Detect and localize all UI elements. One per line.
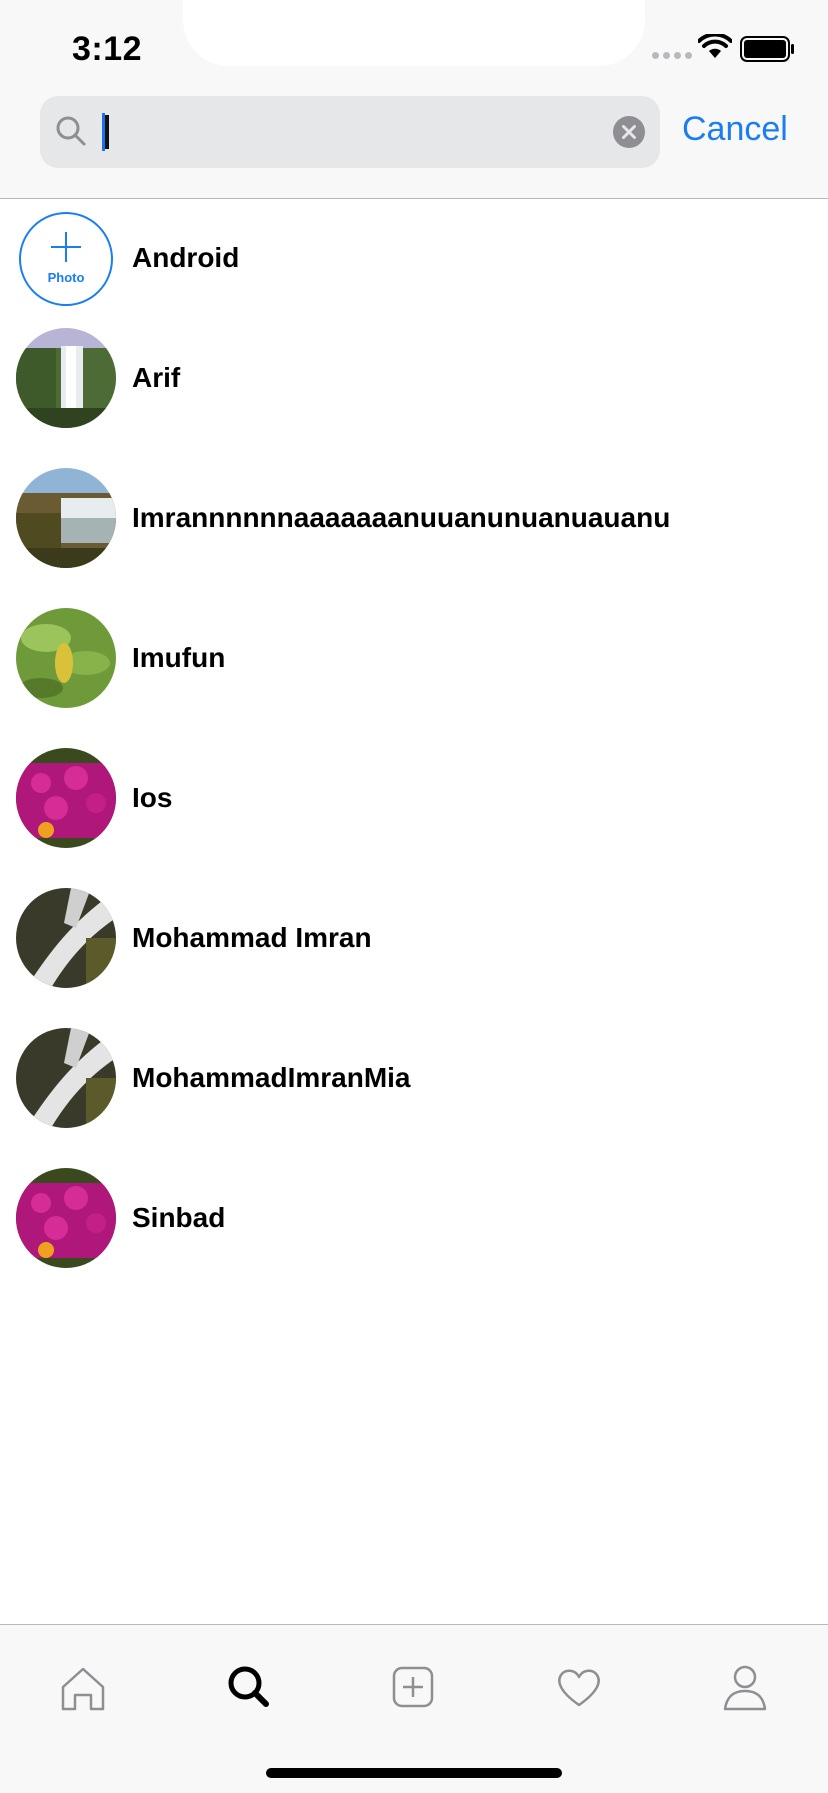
- header: 3:12 Cancel: [0, 0, 828, 199]
- photo-label: Photo: [47, 270, 85, 285]
- add-post-icon[interactable]: [383, 1657, 443, 1717]
- search-icon: [56, 116, 86, 146]
- search-input-text: [105, 115, 109, 149]
- cellular-signal-icon: [652, 52, 692, 59]
- list-item[interactable]: Mohammad Imran: [0, 878, 828, 1018]
- avatar: [16, 888, 116, 988]
- status-time: 3:12: [72, 30, 143, 68]
- user-name: Android: [132, 242, 240, 273]
- search-results-list: Photo Android Arif Imrannnnnnaaaaaaanuua…: [0, 198, 828, 1298]
- search-input[interactable]: [98, 106, 582, 160]
- user-name: MohammadImranMia: [132, 1062, 411, 1093]
- home-indicator: [266, 1768, 562, 1778]
- battery-icon: [740, 36, 794, 62]
- user-name: Arif: [132, 362, 181, 393]
- list-item[interactable]: MohammadImranMia: [0, 1018, 828, 1158]
- list-item[interactable]: Sinbad: [0, 1158, 828, 1298]
- heart-icon[interactable]: [549, 1657, 609, 1717]
- search-icon[interactable]: [219, 1657, 279, 1717]
- user-name: Sinbad: [132, 1202, 226, 1233]
- clear-search-button[interactable]: [613, 116, 645, 148]
- avatar: [16, 468, 116, 568]
- cancel-button[interactable]: Cancel: [682, 110, 788, 149]
- device-notch: [183, 0, 645, 66]
- home-icon[interactable]: [53, 1657, 113, 1717]
- list-item[interactable]: Arif: [0, 318, 828, 458]
- user-name: Ios: [132, 782, 173, 813]
- avatar: [16, 328, 116, 428]
- user-name: Imrannnnnnaaaaaaanuuanunuanuauanu: [132, 502, 671, 533]
- list-item[interactable]: Imufun: [0, 598, 828, 738]
- wifi-icon: [698, 34, 732, 58]
- search-bar[interactable]: [40, 96, 660, 168]
- avatar: [16, 1028, 116, 1128]
- add-photo-avatar[interactable]: Photo: [19, 212, 113, 306]
- list-item[interactable]: Photo Android: [0, 198, 828, 318]
- close-icon: [622, 125, 636, 139]
- profile-icon[interactable]: [715, 1657, 775, 1717]
- user-name: Imufun: [132, 642, 226, 673]
- avatar: [16, 1168, 116, 1268]
- user-name: Mohammad Imran: [132, 922, 372, 953]
- list-item[interactable]: Imrannnnnnaaaaaaanuuanunuanuauanu: [0, 458, 828, 598]
- avatar: [16, 608, 116, 708]
- avatar: [16, 748, 116, 848]
- list-item[interactable]: Ios: [0, 738, 828, 878]
